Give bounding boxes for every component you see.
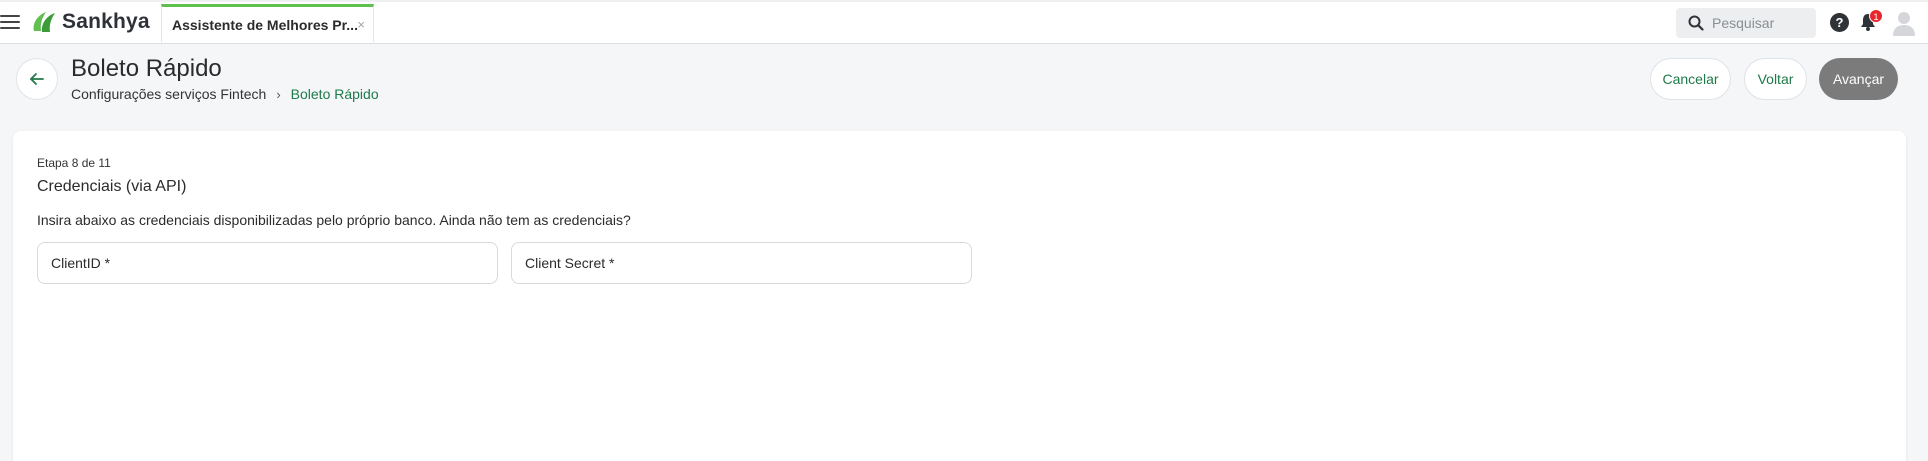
breadcrumb: Configurações serviços Fintech › Boleto … (71, 86, 379, 102)
client-id-field[interactable]: ClientID * (37, 242, 498, 284)
breadcrumb-parent[interactable]: Configurações serviços Fintech (71, 86, 266, 102)
notification-badge: 1 (1869, 9, 1883, 23)
cancel-button[interactable]: Cancelar (1650, 58, 1731, 100)
client-id-label: ClientID * (51, 255, 111, 271)
top-bar: Sankhya Assistente de Melhores Pr... × ?… (0, 0, 1928, 44)
section-title: Credenciais (via API) (37, 178, 187, 195)
client-secret-field[interactable]: Client Secret * (511, 242, 972, 284)
help-icon[interactable]: ? (1830, 13, 1849, 32)
chevron-right-icon: › (276, 86, 281, 102)
wizard-card: Etapa 8 de 11 Credenciais (via API) Insi… (13, 131, 1906, 461)
sankhya-logo-icon (33, 12, 55, 32)
app-logo[interactable]: Sankhya (30, 9, 150, 35)
search-input[interactable] (1712, 15, 1802, 31)
logo-text: Sankhya (62, 10, 150, 33)
step-indicator: Etapa 8 de 11 (37, 156, 111, 170)
client-secret-label: Client Secret * (525, 255, 615, 271)
section-description: Insira abaixo as credenciais disponibili… (37, 212, 631, 228)
tab-assistente[interactable]: Assistente de Melhores Pr... × (161, 4, 374, 42)
next-button[interactable]: Avançar (1819, 58, 1898, 100)
tab-label: Assistente de Melhores Pr... (172, 16, 358, 33)
avatar[interactable] (1892, 10, 1916, 36)
breadcrumb-current: Boleto Rápido (290, 86, 379, 102)
menu-icon[interactable] (0, 15, 20, 30)
back-button[interactable]: Voltar (1744, 58, 1807, 100)
back-arrow-button[interactable] (16, 58, 58, 100)
search-box[interactable] (1676, 8, 1816, 38)
close-icon[interactable]: × (357, 17, 365, 32)
search-icon (1688, 15, 1704, 31)
arrow-left-icon (30, 73, 44, 85)
page-title: Boleto Rápido (71, 55, 222, 82)
